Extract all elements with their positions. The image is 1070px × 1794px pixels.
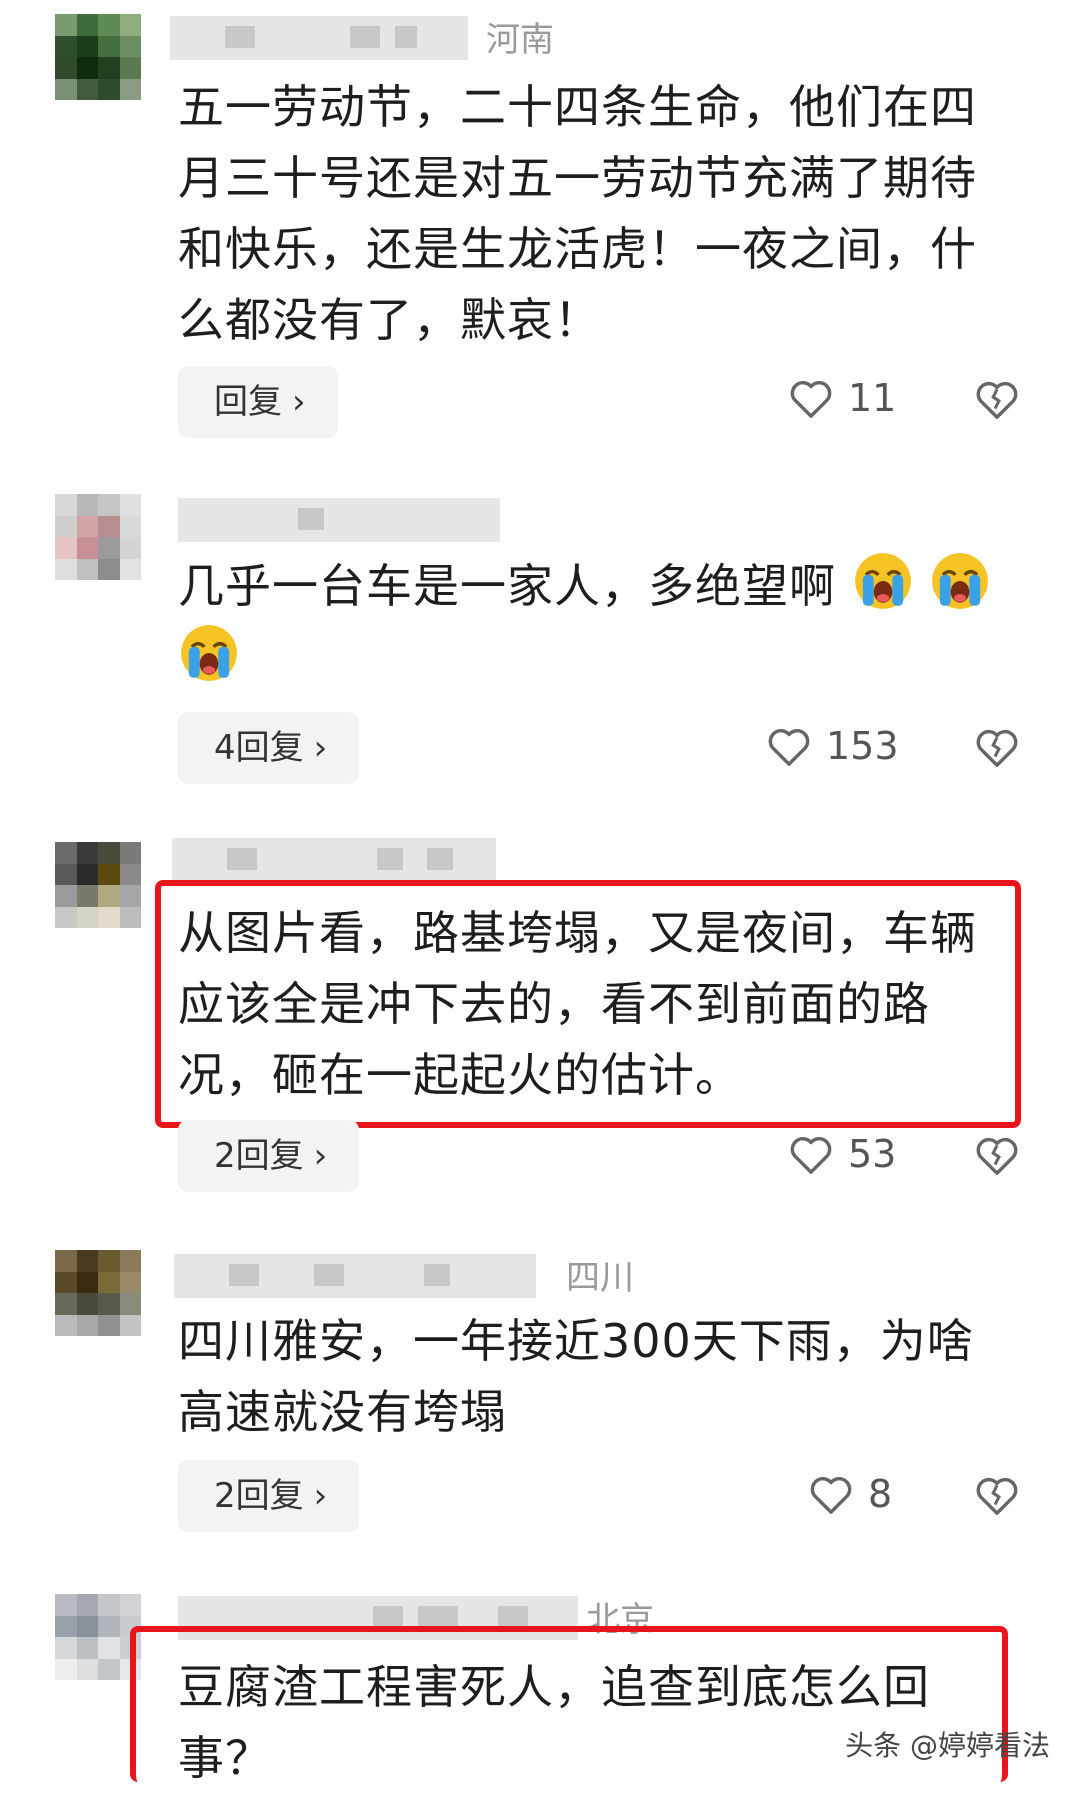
- heart-outline-icon: [810, 1477, 852, 1514]
- like-count: 53: [848, 1132, 897, 1176]
- broken-heart-icon[interactable]: [974, 376, 1020, 422]
- username-blurred[interactable]: [172, 838, 496, 882]
- loudly-crying-face-icon: [854, 553, 911, 609]
- ip-region: 河南: [486, 20, 554, 60]
- loudly-crying-face-icon: [181, 625, 237, 681]
- chevron-right-icon: ›: [313, 1476, 328, 1516]
- like-count: 153: [826, 724, 899, 768]
- avatar[interactable]: [55, 14, 141, 100]
- comment-text: 五一劳动节，二十四条生命，他们在四月三十号还是对五一劳动节充满了期待和快乐，还是…: [178, 80, 977, 347]
- reply-label: 2回复: [214, 1476, 304, 1516]
- reply-button[interactable]: 2回复 ›: [178, 1460, 360, 1532]
- like-button[interactable]: 8: [808, 1464, 892, 1524]
- avatar[interactable]: [55, 842, 141, 928]
- username-blurred[interactable]: [170, 16, 468, 60]
- heart-outline-icon: [768, 729, 810, 766]
- reply-label: 2回复: [214, 1136, 304, 1176]
- like-count: 8: [868, 1472, 893, 1516]
- reply-button[interactable]: 4回复 ›: [178, 712, 360, 784]
- heart-outline-icon: [790, 1137, 832, 1174]
- comment-text: 几乎一台车是一家人，多绝望啊: [178, 550, 1008, 694]
- comment-text: 四川雅安，一年接近300天下雨，为啥高速就没有垮塌: [178, 1314, 974, 1439]
- broken-heart-icon[interactable]: [974, 1132, 1020, 1178]
- heart-outline-icon: [790, 381, 832, 418]
- like-count: 11: [848, 376, 897, 420]
- highlight-box: [155, 880, 1021, 1128]
- like-button[interactable]: 53: [788, 1124, 896, 1184]
- username-blurred[interactable]: [178, 498, 500, 542]
- chevron-right-icon: ›: [292, 382, 306, 422]
- broken-heart-icon[interactable]: [974, 724, 1020, 770]
- avatar[interactable]: [55, 494, 141, 580]
- reply-label: 回复: [214, 382, 282, 422]
- chevron-right-icon: ›: [313, 1136, 328, 1176]
- watermark: 头条 @婷婷看法: [845, 1729, 1050, 1762]
- ip-region: 四川: [566, 1258, 634, 1298]
- like-button[interactable]: 11: [788, 368, 896, 428]
- reply-label: 4回复: [214, 728, 304, 768]
- comment-text-content: 几乎一台车是一家人，多绝望啊: [178, 559, 836, 613]
- username-blurred[interactable]: [174, 1254, 536, 1298]
- avatar[interactable]: [55, 1594, 141, 1680]
- avatar[interactable]: [55, 1250, 141, 1336]
- reply-button[interactable]: 回复 ›: [178, 366, 338, 438]
- chevron-right-icon: ›: [313, 728, 328, 768]
- loudly-crying-face-icon: [932, 553, 989, 609]
- broken-heart-icon[interactable]: [974, 1472, 1020, 1518]
- like-button[interactable]: 153: [766, 716, 899, 776]
- reply-button[interactable]: 2回复 ›: [178, 1120, 360, 1192]
